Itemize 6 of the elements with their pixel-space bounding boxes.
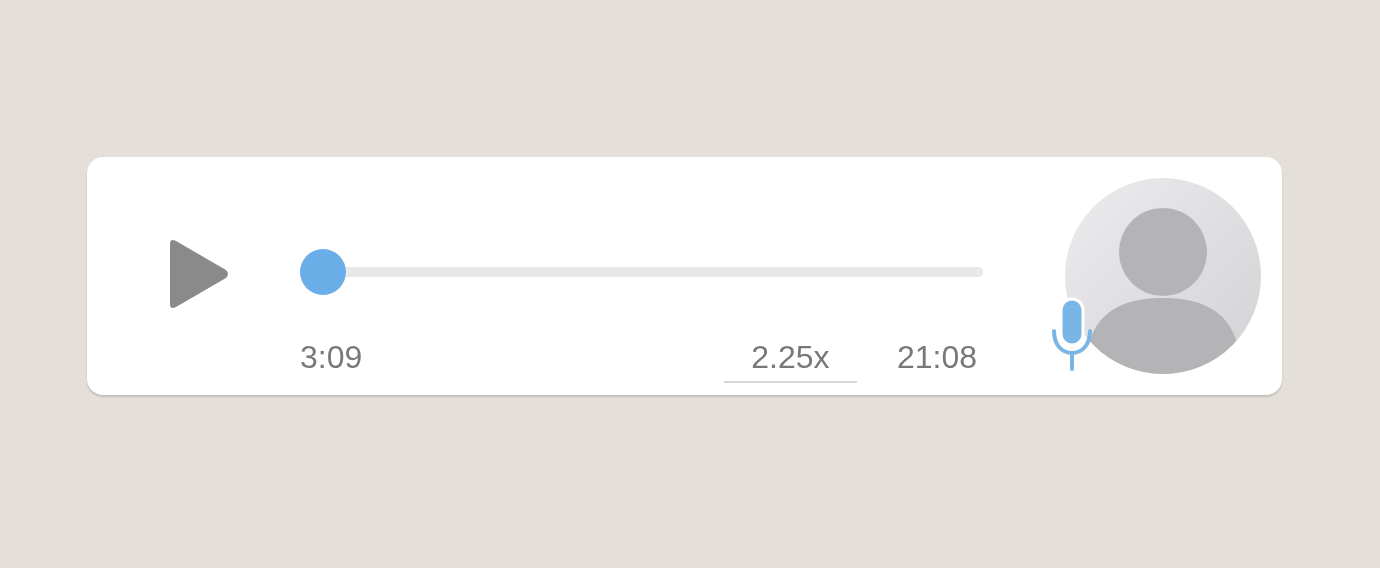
microphone-icon [1050, 297, 1094, 371]
progress-thumb[interactable] [300, 249, 346, 295]
current-time: 3:09 [300, 338, 363, 377]
duration: 21:08 [896, 338, 977, 377]
avatar-icon [1065, 178, 1261, 374]
playback-speed-button[interactable]: 2.25x [723, 337, 857, 383]
